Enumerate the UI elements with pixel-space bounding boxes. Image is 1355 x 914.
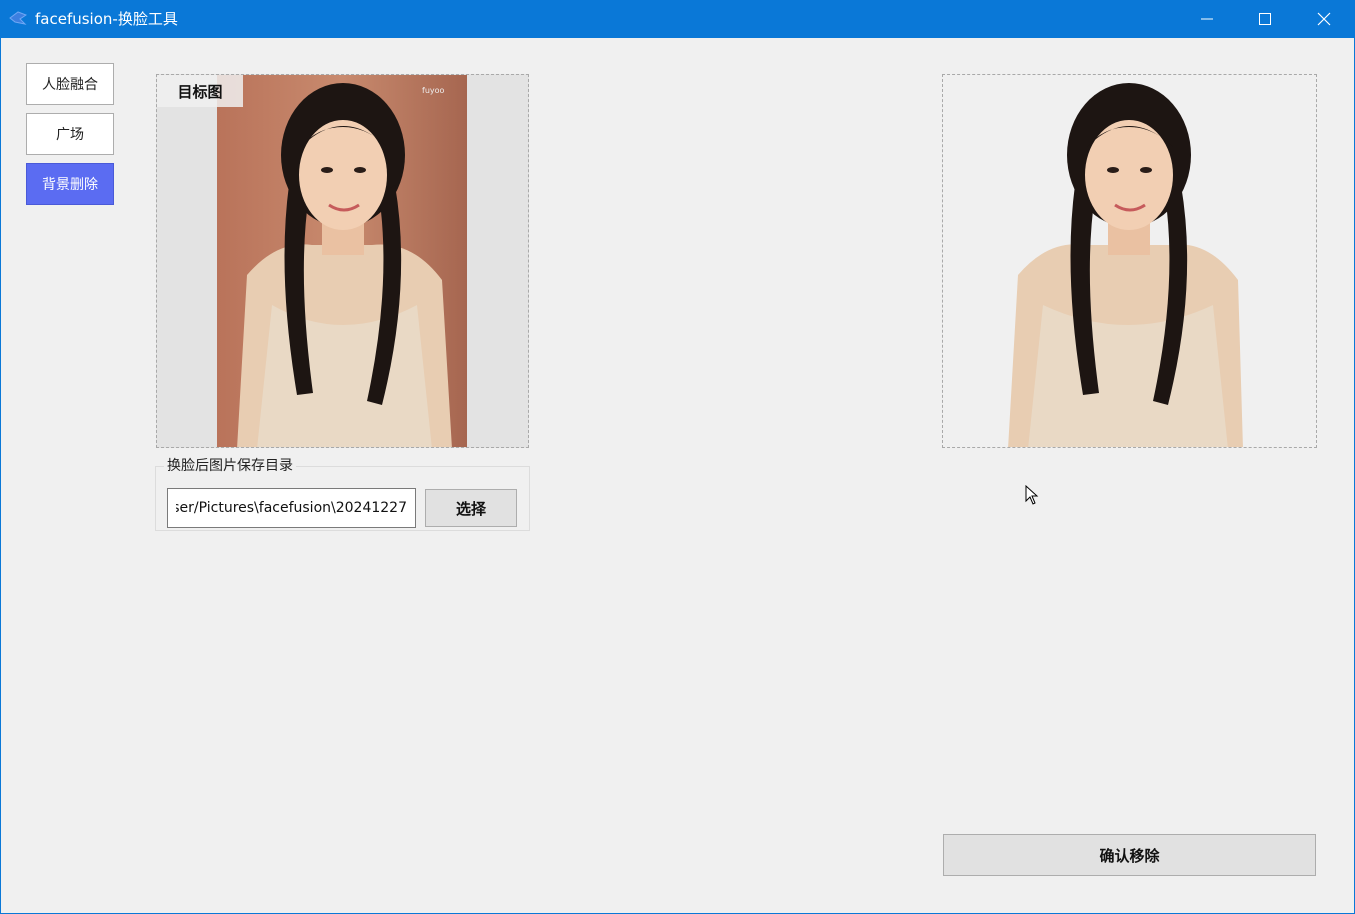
close-button[interactable] bbox=[1295, 0, 1353, 38]
maximize-button[interactable] bbox=[1236, 0, 1294, 38]
maximize-icon bbox=[1259, 13, 1271, 25]
confirm-remove-button[interactable]: 确认移除 bbox=[943, 834, 1316, 876]
choose-directory-button[interactable]: 选择 bbox=[425, 489, 517, 527]
save-directory-legend: 换脸后图片保存目录 bbox=[164, 458, 296, 474]
window-title: facefusion-换脸工具 bbox=[35, 10, 178, 28]
nav-square-button[interactable]: 广场 bbox=[26, 113, 114, 155]
minimize-icon bbox=[1201, 18, 1213, 20]
nav-background-remove-button[interactable]: 背景删除 bbox=[26, 163, 114, 205]
save-directory-group: 换脸后图片保存目录 选择 bbox=[155, 458, 530, 531]
app-logo-icon bbox=[9, 11, 27, 25]
target-photo: fuyoo bbox=[217, 75, 467, 447]
save-path-input[interactable] bbox=[167, 488, 416, 528]
minimize-button[interactable] bbox=[1178, 0, 1236, 38]
watermark-text: fuyoo bbox=[422, 86, 445, 95]
title-bar: facefusion-换脸工具 bbox=[0, 0, 1355, 38]
close-icon bbox=[1317, 12, 1331, 26]
nav-face-fusion-button[interactable]: 人脸融合 bbox=[26, 63, 114, 105]
target-image-panel[interactable]: fuyoo 目标图 bbox=[156, 74, 529, 448]
result-photo bbox=[1008, 83, 1243, 447]
target-image-label: 目标图 bbox=[157, 75, 243, 107]
result-image-panel[interactable] bbox=[942, 74, 1317, 448]
mouse-cursor-icon bbox=[1025, 485, 1039, 505]
